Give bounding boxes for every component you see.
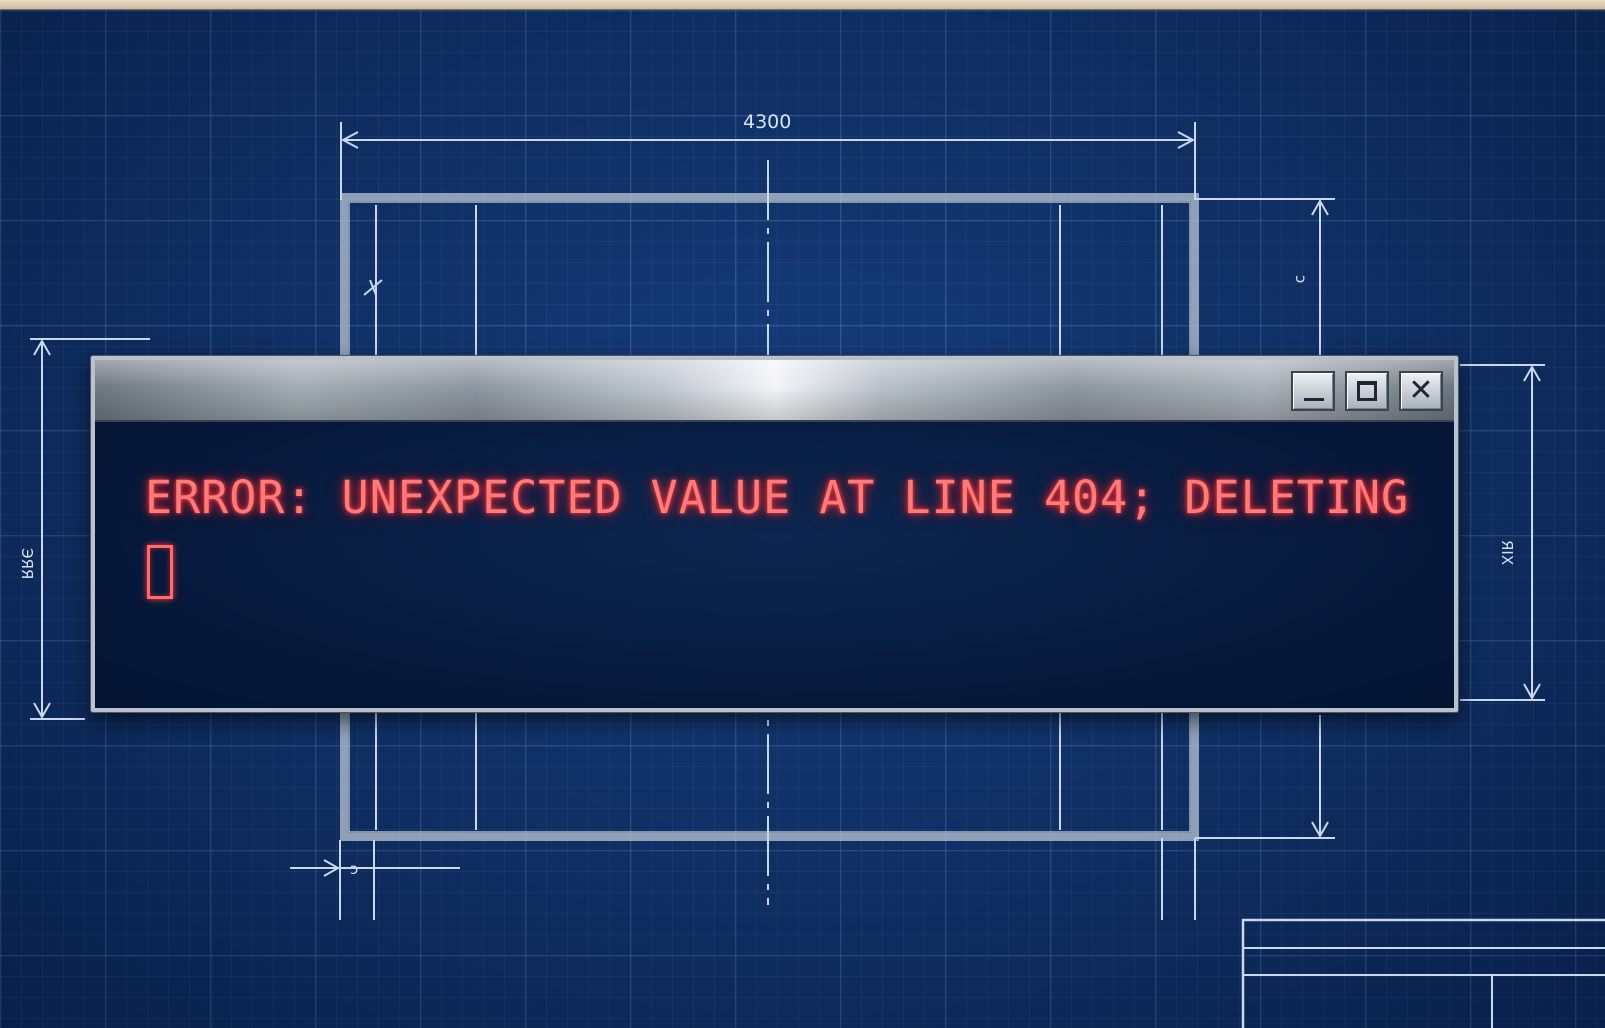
left-dimension-label: ЭЯЯ — [18, 548, 36, 579]
bottom-small-dimension-label: ↄ — [350, 860, 358, 878]
maximize-button[interactable] — [1345, 371, 1389, 411]
right-dimension-label: ЯIX — [1498, 540, 1516, 565]
error-dialog-window: ✕ ERROR: UNEXPECTED VALUE AT LINE 404; D… — [91, 356, 1458, 712]
error-message: ERROR: UNEXPECTED VALUE AT LINE 404; DEL… — [145, 471, 1410, 524]
close-button[interactable]: ✕ — [1399, 371, 1443, 411]
top-dimension-label: 4300 — [743, 111, 791, 133]
close-icon: ✕ — [1408, 373, 1434, 408]
text-cursor — [147, 545, 173, 599]
minimize-button[interactable] — [1291, 371, 1335, 411]
blueprint-background: 4300 ↄ ЭЯЯ ЯIX ↄ ✕ ERROR: UNEXPECTED VAL… — [0, 0, 1605, 1028]
dialog-titlebar[interactable] — [95, 360, 1454, 422]
minimize-icon — [1304, 398, 1324, 401]
maximize-icon — [1357, 381, 1377, 401]
right-upper-dimension-label: ↄ — [1292, 275, 1310, 283]
console-area: ERROR: UNEXPECTED VALUE AT LINE 404; DEL… — [95, 422, 1454, 708]
